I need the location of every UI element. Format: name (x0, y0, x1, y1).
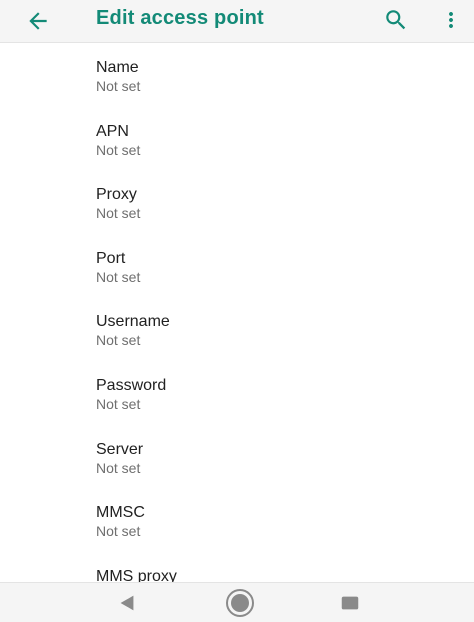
screen: Edit access point Name Not set APN Not s… (0, 0, 474, 622)
pref-summary: Not set (96, 395, 141, 412)
search-button[interactable] (380, 4, 412, 36)
pref-summary: Not set (96, 523, 141, 540)
nav-home-button[interactable] (220, 587, 260, 619)
pref-title: Server (96, 440, 144, 458)
pref-summary: Not set (96, 141, 141, 158)
pref-title: Name (96, 59, 139, 76)
nav-back-icon (120, 595, 134, 611)
app-bar: Edit access point (0, 0, 474, 43)
back-button[interactable] (22, 5, 54, 37)
search-icon (386, 10, 406, 30)
pref-title: Port (96, 249, 126, 267)
preference-list: Name Not set APN Not set Proxy Not set P… (0, 43, 474, 583)
pref-title: Proxy (96, 186, 137, 204)
pref-title: MMSC (96, 504, 145, 522)
pref-title: MMS proxy (96, 567, 177, 583)
pref-title: APN (96, 122, 129, 140)
pref-summary: Not set (96, 205, 141, 222)
pref-item-name[interactable]: Name Not set (0, 43, 474, 107)
pref-item-proxy[interactable]: Proxy Not set (0, 170, 474, 234)
arrow-back-icon (29, 12, 47, 30)
pref-item-password[interactable]: Password Not set (0, 361, 474, 425)
pref-summary: Not set (96, 459, 141, 476)
pref-title: Username (96, 313, 170, 331)
pref-item-port[interactable]: Port Not set (0, 234, 474, 298)
nav-home-icon (226, 589, 254, 617)
pref-item-mmsc[interactable]: MMSC Not set (0, 488, 474, 552)
more-options-button[interactable] (436, 4, 466, 36)
nav-back-button[interactable] (107, 587, 147, 619)
pref-item-mms-proxy[interactable]: MMS proxy (0, 552, 474, 583)
page-title: Edit access point (96, 7, 264, 29)
pref-summary: Not set (96, 332, 141, 349)
nav-recents-icon (341, 596, 359, 610)
nav-recents-button[interactable] (330, 587, 370, 619)
pref-summary: Not set (96, 78, 141, 94)
pref-item-server[interactable]: Server Not set (0, 425, 474, 489)
pref-item-apn[interactable]: APN Not set (0, 107, 474, 171)
system-nav-bar (0, 582, 474, 622)
pref-summary: Not set (96, 268, 141, 285)
pref-item-username[interactable]: Username Not set (0, 297, 474, 361)
more-vert-icon (449, 12, 453, 28)
pref-title: Password (96, 376, 167, 394)
